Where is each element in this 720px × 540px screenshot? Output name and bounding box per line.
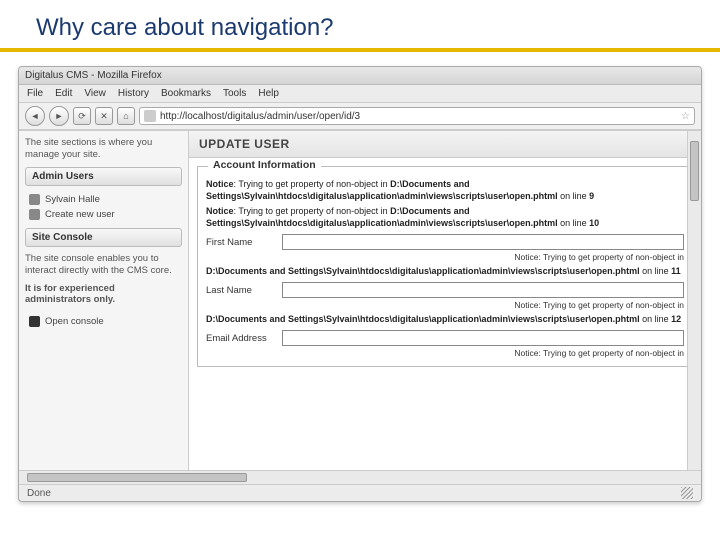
fieldset-legend: Account Information: [208, 159, 321, 171]
label-first-name: First Name: [206, 234, 274, 248]
favicon-icon: [144, 110, 156, 122]
label-email: Email Address: [206, 330, 274, 344]
url-bar[interactable]: http://localhost/digitalus/admin/user/op…: [139, 107, 695, 125]
sidebar-item-label: Open console: [45, 316, 104, 327]
forward-button[interactable]: ►: [49, 106, 69, 126]
resize-grip-icon[interactable]: [681, 487, 693, 499]
menubar: File Edit View History Bookmarks Tools H…: [19, 85, 701, 103]
browser-window: Digitalus CMS - Mozilla Firefox File Edi…: [18, 66, 702, 502]
statusbar: Done: [19, 484, 701, 501]
vertical-scrollbar[interactable]: [687, 131, 701, 470]
sidebar-item-create-user[interactable]: Create new user: [25, 207, 182, 222]
stop-button[interactable]: ✕: [95, 107, 113, 125]
title-rule: [0, 48, 720, 52]
inline-notice: Notice: Trying to get property of non-ob…: [282, 348, 684, 358]
sidebar-intro: The site sections is where you manage yo…: [25, 137, 182, 161]
page-title: UPDATE USER: [189, 131, 701, 158]
menu-history[interactable]: History: [118, 88, 149, 99]
slide-title: Why care about navigation?: [0, 0, 720, 48]
console-icon: [29, 316, 40, 327]
status-text: Done: [27, 488, 51, 499]
back-button[interactable]: ◄: [25, 106, 45, 126]
window-titlebar: Digitalus CMS - Mozilla Firefox: [19, 67, 701, 85]
form-row-email: Email Address Notice: Trying to get prop…: [206, 330, 684, 358]
toolbar: ◄ ► ⟳ ✕ ⌂ http://localhost/digitalus/adm…: [19, 103, 701, 130]
scrollbar-thumb[interactable]: [690, 141, 699, 201]
input-last-name[interactable]: [282, 282, 684, 298]
menu-bookmarks[interactable]: Bookmarks: [161, 88, 211, 99]
sidebar-console-warning: It is for experienced administrators onl…: [25, 283, 182, 307]
user-icon: [29, 194, 40, 205]
inline-notice: Notice: Trying to get property of non-ob…: [282, 252, 684, 262]
menu-tools[interactable]: Tools: [223, 88, 246, 99]
window-title: Digitalus CMS - Mozilla Firefox: [25, 70, 162, 81]
page-content: The site sections is where you manage yo…: [19, 130, 701, 470]
form-row-last-name: Last Name Notice: Trying to get property…: [206, 282, 684, 310]
sidebar-console-intro: The site console enables you to interact…: [25, 253, 182, 277]
menu-help[interactable]: Help: [258, 88, 279, 99]
sidebar-header-admin-users: Admin Users: [25, 167, 182, 186]
main-panel: UPDATE USER Account Information Notice: …: [189, 131, 701, 470]
menu-file[interactable]: File: [27, 88, 43, 99]
bookmark-star-icon[interactable]: ☆: [681, 111, 690, 122]
php-notice-path: D:\Documents and Settings\Sylvain\htdocs…: [206, 266, 684, 278]
php-notice-path: D:\Documents and Settings\Sylvain\htdocs…: [206, 314, 684, 326]
horizontal-scrollbar[interactable]: [19, 470, 701, 484]
reload-button[interactable]: ⟳: [73, 107, 91, 125]
sidebar-item-label: Sylvain Halle: [45, 194, 100, 205]
sidebar-item-user[interactable]: Sylvain Halle: [25, 192, 182, 207]
sidebar: The site sections is where you manage yo…: [19, 131, 189, 470]
menu-view[interactable]: View: [84, 88, 106, 99]
input-email[interactable]: [282, 330, 684, 346]
menu-edit[interactable]: Edit: [55, 88, 72, 99]
input-first-name[interactable]: [282, 234, 684, 250]
url-text: http://localhost/digitalus/admin/user/op…: [160, 111, 677, 122]
sidebar-item-open-console[interactable]: Open console: [25, 314, 182, 329]
home-button[interactable]: ⌂: [117, 107, 135, 125]
form-row-first-name: First Name Notice: Trying to get propert…: [206, 234, 684, 262]
php-notice: Notice: Trying to get property of non-ob…: [206, 179, 684, 202]
scrollbar-thumb[interactable]: [27, 473, 247, 482]
sidebar-item-label: Create new user: [45, 209, 115, 220]
label-last-name: Last Name: [206, 282, 274, 296]
php-notice: Notice: Trying to get property of non-ob…: [206, 206, 684, 229]
fieldset-account-info: Account Information Notice: Trying to ge…: [197, 166, 693, 367]
inline-notice: Notice: Trying to get property of non-ob…: [282, 300, 684, 310]
user-icon: [29, 209, 40, 220]
sidebar-header-site-console: Site Console: [25, 228, 182, 247]
